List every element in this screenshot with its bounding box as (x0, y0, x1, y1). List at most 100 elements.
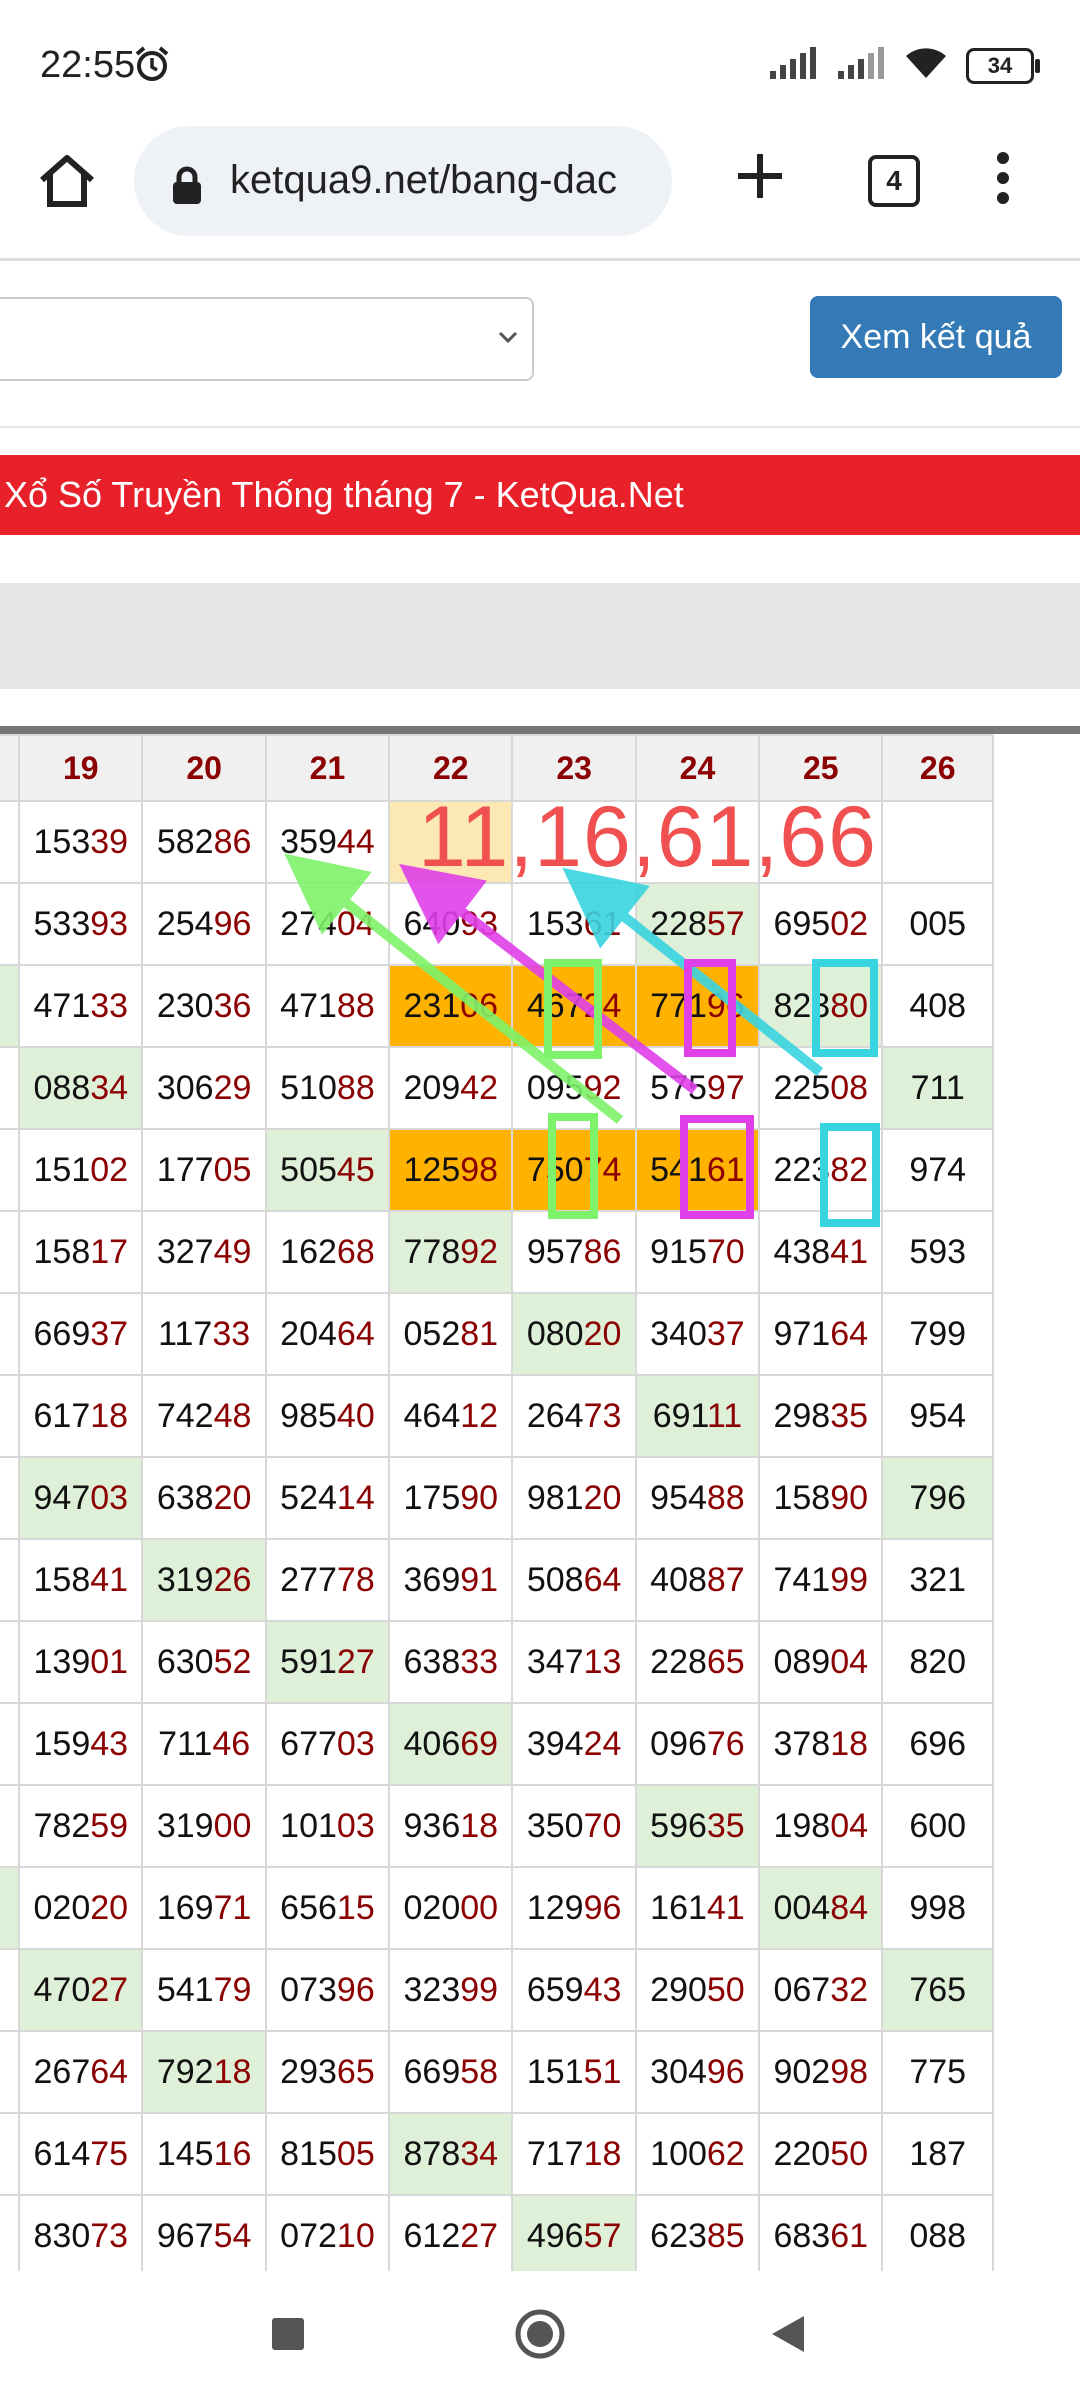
cell-tail: 00 (213, 1806, 252, 1845)
table-cell: 15339 (18, 800, 144, 884)
address-bar[interactable]: ketqua9.net/bang-dac (134, 126, 672, 236)
cell-head: 508 (526, 1560, 584, 1599)
table-cell: 46 (0, 1948, 21, 2032)
cell-head: 659 (526, 1970, 584, 2009)
cell-head: 669 (33, 1314, 91, 1353)
cell-head: 971 (773, 1314, 831, 1353)
table-cell: 07 (0, 1128, 21, 1212)
cell-tail: 27 (460, 2216, 499, 2255)
table-cell: 65 (0, 1784, 21, 1868)
cell-tail: 84 (830, 1888, 869, 1927)
table-cell: 16268 (264, 1210, 391, 1294)
cell-head: 327 (156, 1232, 214, 1271)
cell-head: 406 (403, 1724, 461, 1763)
cell-head: 541 (650, 1150, 707, 1189)
cell-tail: 35 (706, 1806, 745, 1845)
table-cell: 13 (0, 882, 21, 966)
more-options-icon[interactable] (996, 152, 1010, 209)
table-cell: 70 (0, 1374, 21, 1458)
table-cell: 11733 (141, 1292, 267, 1376)
table-cell: 088 (881, 2194, 994, 2271)
table-cell: 05281 (388, 1292, 514, 1376)
table-cell: 63833 (388, 1620, 514, 1704)
cell-tail: 03 (336, 1806, 375, 1845)
cell-tail: 52 (213, 1642, 252, 1681)
cell-head: 073 (280, 1970, 337, 2009)
cell-tail: 73 (90, 2216, 129, 2255)
table-cell: 93618 (388, 1784, 514, 1868)
lock-icon (170, 166, 204, 211)
table-cell: 31900 (141, 1784, 267, 1868)
cell-tail: 74 (583, 1150, 622, 1189)
cell-head: 319 (156, 1560, 214, 1599)
cell-tail: 37 (706, 1314, 745, 1353)
cell-head: 796 (909, 1478, 967, 1517)
cell-tail: 93 (90, 904, 129, 943)
cell-head: 778 (403, 1232, 461, 1271)
table-cell: 600 (881, 1784, 994, 1868)
table-cell: 796 (881, 1456, 994, 1540)
cell-tail: 04 (336, 904, 375, 943)
home-nav-icon[interactable] (514, 2308, 566, 2365)
new-tab-icon[interactable] (730, 146, 790, 211)
table-cell: 08904 (758, 1620, 884, 1704)
cell-tail: 58 (460, 2052, 499, 2091)
table-cell: 17590 (388, 1456, 514, 1540)
province-select[interactable] (0, 297, 534, 381)
cell-head: 267 (33, 2052, 91, 2091)
cell-head: 792 (156, 2052, 214, 2091)
cell-head: 981 (526, 1478, 584, 1517)
cell-head: 438 (773, 1232, 831, 1271)
table-cell: 799 (881, 1292, 994, 1376)
home-icon[interactable] (36, 150, 98, 212)
cell-head: 158 (773, 1478, 831, 1517)
table-cell: 61475 (18, 2112, 144, 2196)
table-row: 6915817327491626877892957869157043841593 (0, 1210, 994, 1294)
table-cell: 83073 (18, 2194, 144, 2271)
table-cell: 63052 (141, 1620, 267, 1704)
tab-switcher-button[interactable]: 4 (868, 155, 920, 207)
toolbar-divider (0, 258, 1080, 261)
cell-head: 101 (280, 1806, 337, 1845)
table-cell: 47027 (18, 1948, 144, 2032)
status-bar: 22:55 34 (0, 0, 1080, 120)
cell-tail: 65 (706, 1642, 745, 1681)
table-cell: 36991 (388, 1538, 514, 1622)
cell-head: 596 (650, 1806, 707, 1845)
cell-head: 254 (156, 904, 214, 943)
cell-head: 231 (403, 986, 461, 1025)
cell-tail: 61 (583, 904, 622, 943)
cell-tail: 18 (830, 1724, 869, 1763)
cell-head: 304 (650, 2052, 707, 2091)
page-title-banner: Xổ Số Truyền Thống tháng 7 - KetQua.Net (0, 455, 1080, 535)
table-cell: 711 (881, 1046, 994, 1130)
table-cell: 09 (0, 1702, 21, 1786)
cell-tail: 88 (336, 986, 375, 1025)
cell-tail: 96 (706, 2052, 745, 2091)
table-cell: 58286 (141, 800, 267, 884)
view-results-button[interactable]: Xem kết quả (810, 296, 1062, 378)
cell-head: 533 (33, 904, 91, 943)
table-cell: 66958 (388, 2030, 514, 2114)
cell-head: 936 (403, 1806, 461, 1845)
back-icon[interactable] (770, 2314, 806, 2359)
table-cell: 79218 (141, 2030, 267, 2114)
battery-icon: 34 (966, 47, 1040, 84)
column-header: 8 (0, 734, 21, 802)
table-cell: 61227 (388, 2194, 514, 2271)
signal-icon-2 (836, 47, 886, 84)
cell-head: 095 (526, 1068, 584, 1107)
cell-tail: 64 (583, 1560, 622, 1599)
cell-head: 293 (280, 2052, 337, 2091)
cell-tail: 00 (460, 1888, 499, 1927)
table-cell: 68361 (758, 2194, 884, 2271)
cell-head: 394 (526, 1724, 584, 1763)
cell-tail: 41 (706, 1888, 745, 1927)
table-cell: 40 (0, 1456, 21, 1540)
cell-head: 640 (403, 904, 461, 943)
table-cell: 57597 (634, 1046, 761, 1130)
recents-icon[interactable] (270, 2316, 306, 2357)
cell-head: 264 (526, 1396, 584, 1435)
cell-tail: 61 (706, 1150, 745, 1189)
cell-tail: 71 (213, 1888, 252, 1927)
